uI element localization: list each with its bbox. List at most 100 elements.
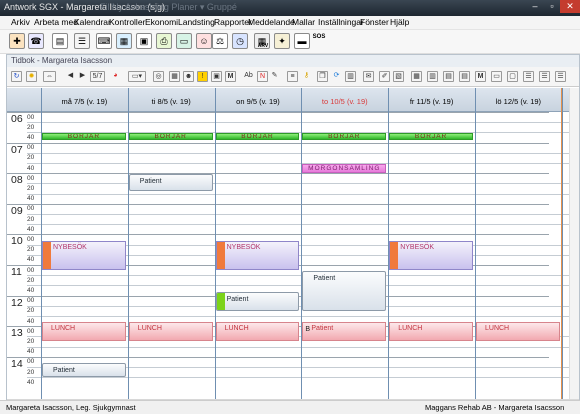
- menu-kalendrar[interactable]: Kalendrar: [74, 17, 111, 27]
- stack-icon[interactable]: ▤: [459, 71, 470, 82]
- person-icon[interactable]: ☻: [183, 71, 194, 82]
- lightbulb-icon[interactable]: ✎: [269, 71, 280, 82]
- note-icon[interactable]: ▢: [507, 71, 518, 82]
- id-card-icon[interactable]: ▭: [176, 33, 192, 49]
- appointment-patient[interactable]: Patient: [42, 362, 126, 378]
- appointment-lunch[interactable]: B Patient: [302, 322, 387, 342]
- block-icon[interactable]: ▣: [211, 71, 222, 82]
- m-icon[interactable]: M: [225, 71, 236, 82]
- appointment-lunch[interactable]: LUNCH: [128, 322, 213, 342]
- new-appointment-icon[interactable]: ✚: [9, 33, 25, 49]
- copy-icon[interactable]: ❐: [317, 71, 328, 82]
- refresh-icon[interactable]: ↻: [11, 71, 22, 82]
- user-icon[interactable]: ☺: [196, 33, 212, 49]
- minute-label: 20: [27, 337, 35, 345]
- menu-landsting[interactable]: Landsting: [178, 17, 215, 27]
- alert-icon[interactable]: !: [197, 71, 208, 82]
- appointment-borjar[interactable]: BÖRJAR: [128, 133, 213, 141]
- hour-label: 13: [11, 327, 23, 340]
- appointment-patient[interactable]: Patient: [215, 291, 300, 311]
- appointment-borjar[interactable]: BÖRJAR: [389, 133, 473, 141]
- day-column-separator: [475, 88, 476, 399]
- menu-arkiv[interactable]: Arkiv: [11, 17, 30, 27]
- phone-book-icon[interactable]: ☎: [28, 33, 44, 49]
- sos-label[interactable]: SOS: [310, 34, 328, 40]
- keyboard-icon[interactable]: ⌨: [96, 33, 112, 49]
- grid-icon[interactable]: ▦: [169, 71, 180, 82]
- day-header[interactable]: fr 11/5 (v. 19): [388, 97, 475, 107]
- appointment-morgon[interactable]: MORGONSAMLING: [302, 164, 387, 173]
- edit-icon[interactable]: ✐: [379, 71, 390, 82]
- rows-icon[interactable]: ▤: [443, 71, 454, 82]
- appointment-label: Patient: [139, 178, 162, 186]
- appointment-lunch[interactable]: LUNCH: [42, 322, 126, 342]
- day-header[interactable]: må 7/5 (v. 19): [41, 97, 128, 107]
- appointment-patient[interactable]: Patient: [128, 174, 213, 192]
- day-header[interactable]: on 9/5 (v. 19): [215, 97, 302, 107]
- pie-chart-icon[interactable]: ◕: [110, 71, 121, 82]
- appointment-patient[interactable]: Patient: [302, 271, 387, 311]
- minute-label: 20: [27, 246, 35, 254]
- ab-icon[interactable]: Ab: [243, 71, 254, 82]
- appointment-borjar[interactable]: BÖRJAR: [302, 133, 387, 141]
- menu-mallar[interactable]: Mallar: [292, 17, 315, 27]
- printer-icon[interactable]: ⎙: [156, 33, 172, 49]
- chart-icon[interactable]: ▦: [116, 33, 132, 49]
- calendar-icon[interactable]: ▥: [345, 71, 356, 82]
- vertical-scrollbar[interactable]: [569, 88, 579, 399]
- menu-installningar[interactable]: Inställningar: [318, 17, 364, 27]
- appointment-nybesok[interactable]: NYBESÖK: [389, 240, 473, 271]
- menu-meddelande[interactable]: Meddelande: [248, 17, 295, 27]
- camera-icon[interactable]: ▧: [393, 71, 404, 82]
- key-icon[interactable]: ⚷: [301, 71, 312, 82]
- menu-ekonomi[interactable]: Ekonomi: [145, 17, 178, 27]
- prev-week-icon[interactable]: ◀: [65, 71, 76, 82]
- m2-icon[interactable]: M: [475, 71, 486, 82]
- menu-kontroller[interactable]: Kontroller: [109, 17, 145, 27]
- list3-icon[interactable]: ☰: [539, 71, 550, 82]
- appointment-nybesok[interactable]: NYBESÖK: [215, 240, 300, 271]
- minute-label: 00: [27, 358, 35, 366]
- sun-icon[interactable]: ✹: [26, 71, 37, 82]
- minimize-button[interactable]: –: [526, 0, 544, 13]
- columns-icon[interactable]: ▥: [427, 71, 438, 82]
- close-button[interactable]: ✕: [560, 0, 580, 13]
- menu-hjalp[interactable]: Hjälp: [390, 17, 409, 27]
- day-header[interactable]: lö 12/5 (v. 19): [475, 97, 562, 107]
- day-header[interactable]: to 10/5 (v. 19): [301, 97, 388, 107]
- minute-label: 00: [27, 144, 35, 152]
- appointment-lunch[interactable]: LUNCH: [476, 322, 560, 342]
- sync-icon[interactable]: ⟳: [331, 71, 342, 82]
- next-week-icon[interactable]: ▶: [77, 71, 88, 82]
- sheet-icon[interactable]: ▭: [491, 71, 502, 82]
- view-select-icon[interactable]: ▭▾: [128, 71, 146, 82]
- maximize-button[interactable]: ▫: [543, 0, 561, 13]
- list4-icon[interactable]: ☰: [555, 71, 566, 82]
- basket-icon[interactable]: ▣: [136, 33, 152, 49]
- scale-icon[interactable]: ⚖: [212, 33, 228, 49]
- arrows-icon[interactable]: ⇔: [43, 71, 56, 82]
- table-icon[interactable]: ▦: [411, 71, 422, 82]
- appointment-lunch[interactable]: LUNCH: [215, 322, 300, 342]
- appointment-lunch[interactable]: LUNCH: [389, 322, 473, 342]
- list-icon[interactable]: ≡: [287, 71, 298, 82]
- menu-arbeta-med[interactable]: Arbeta med: [34, 17, 78, 27]
- appointment-borjar[interactable]: BÖRJAR: [42, 133, 126, 141]
- week-label[interactable]: 5/7: [90, 71, 105, 82]
- list2-icon[interactable]: ☰: [523, 71, 534, 82]
- stopwatch-icon[interactable]: ◷: [232, 33, 248, 49]
- day-header[interactable]: ti 8/5 (v. 19): [128, 97, 215, 107]
- n-icon[interactable]: N: [257, 71, 268, 82]
- menu-fonster[interactable]: Fönster: [360, 17, 389, 27]
- register-icon[interactable]: ☰: [74, 33, 90, 49]
- book-icon[interactable]: ▬: [294, 33, 310, 49]
- zoom-icon[interactable]: ◎: [153, 71, 164, 82]
- menu-rapporter[interactable]: Rapporter: [214, 17, 252, 27]
- status-stripe: [390, 241, 399, 270]
- appointment-borjar[interactable]: BÖRJAR: [215, 133, 300, 141]
- appointment-nybesok[interactable]: NYBESÖK: [42, 240, 126, 271]
- chat-icon[interactable]: ✉: [363, 71, 374, 82]
- documents-icon[interactable]: ▤: [52, 33, 68, 49]
- week-grid[interactable]: må 7/5 (v. 19) ti 8/5 (v. 19) on 9/5 (v. 1…: [7, 88, 569, 399]
- lamp-icon[interactable]: ✦: [274, 33, 290, 49]
